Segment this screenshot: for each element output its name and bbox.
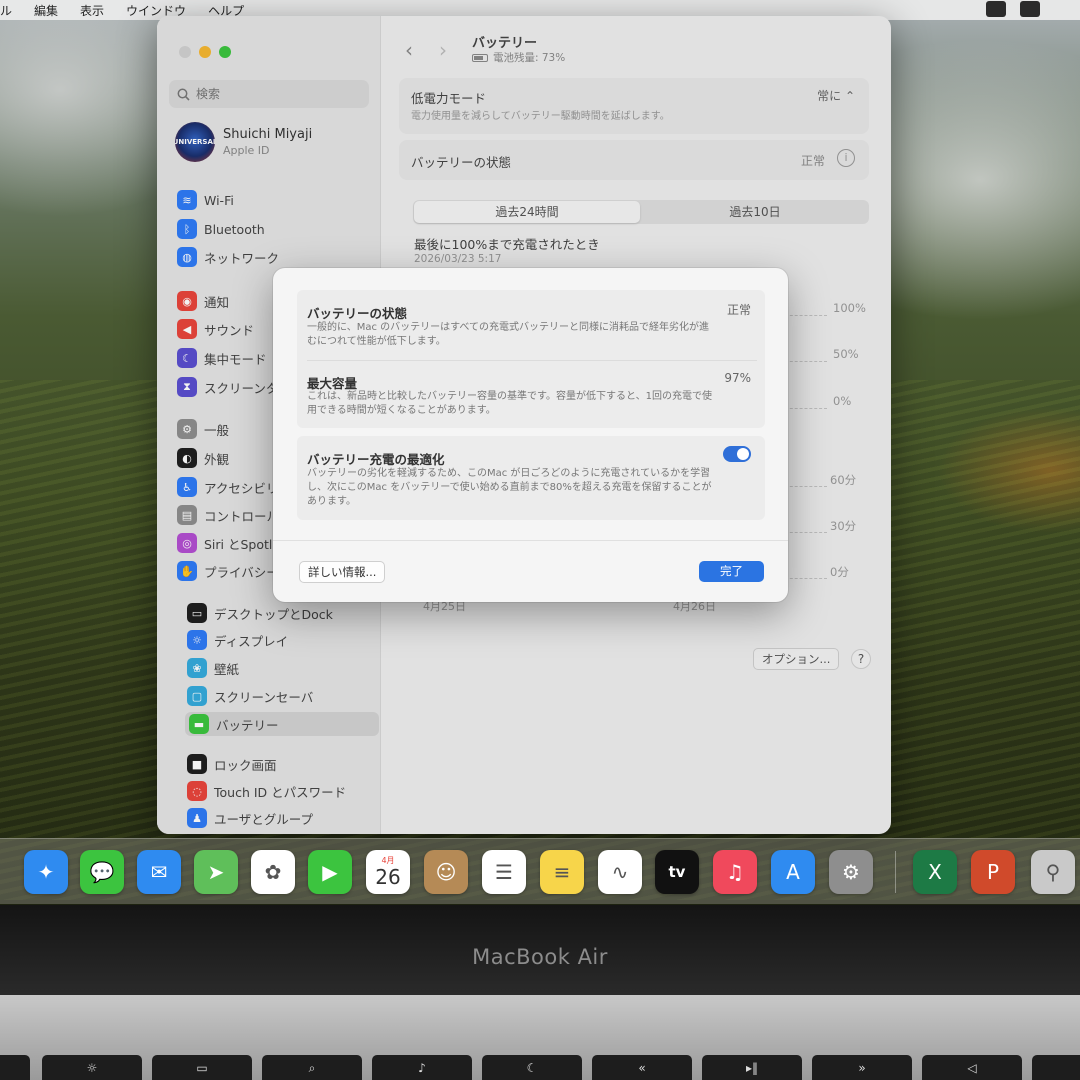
photos-icon[interactable]: ✿ [251,850,295,894]
optimized-charging-toggle[interactable] [723,446,751,462]
max-capacity-description: これは、新品時と比較したバッテリー容量の基準です。容量が低下すると、1回の充電で… [307,391,712,416]
calendar-icon[interactable]: 4月 26 [366,850,410,894]
facetime-icon[interactable]: ▶ [308,850,352,894]
menu-item-view[interactable]: 表示 [80,2,104,19]
appstore-icon[interactable]: A [771,850,815,894]
battery-health-dialog: バッテリーの状態 正常 一般的に、Mac のバッテリーはすべての充電式バッテリー… [273,268,788,602]
archive-utility-icon[interactable]: ⚲ [1031,850,1075,894]
done-button[interactable]: 完了 [699,561,764,582]
optimized-charging-description: バッテリーの劣化を軽減するため、このMac が日ごろどのように充電されているかを… [307,468,712,507]
safari-icon[interactable]: ✦ [24,850,68,894]
menu-item-app[interactable]: ル [0,2,12,19]
keyboard-key [0,1055,30,1080]
keyboard-key [1032,1055,1080,1080]
music-icon[interactable]: ♫ [713,850,757,894]
dock: ✦ 💬 ✉ ➤ ✿ ▶ 4月 26 ☺ ☰ ≡ ∿ tv ♫ A ⚙ X P ⚲ [0,838,1080,904]
reminders-icon[interactable]: ☰ [482,850,526,894]
dialog-footer-divider [273,540,788,541]
powerpoint-icon[interactable]: P [971,850,1015,894]
rewind-key-icon: « [592,1055,692,1080]
dock-divider [895,851,896,893]
battery-state-value: 正常 [726,303,751,317]
battery-state-description: 一般的に、Mac のバッテリーはすべての充電式バッテリーと同様に消耗品で経年劣化… [307,322,710,347]
contacts-icon[interactable]: ☺ [424,850,468,894]
appletv-icon[interactable]: tv [655,850,699,894]
dictation-key-icon: ♪ [372,1055,472,1080]
menubar-status-area [986,1,1040,17]
battery-menu-icon[interactable] [1020,1,1040,17]
appletv-label: tv [668,863,686,881]
status-menu-icon[interactable] [986,1,1006,17]
max-capacity-value: 97% [724,371,751,385]
optimized-charging-card: バッテリー充電の最適化 バッテリーの劣化を軽減するため、このMac が日ごろどの… [297,436,765,520]
battery-health-card: バッテリーの状態 正常 一般的に、Mac のバッテリーはすべての充電式バッテリー… [297,290,765,428]
maps-icon[interactable]: ➤ [194,850,238,894]
optimized-charging-title: バッテリー充電の最適化 [307,452,445,467]
mail-icon[interactable]: ✉ [137,850,181,894]
menu-item-edit[interactable]: 編集 [34,2,58,19]
battery-state-title: バッテリーの状態 [307,306,408,321]
fast-forward-key-icon: » [812,1055,912,1080]
freeform-icon[interactable]: ∿ [598,850,642,894]
device-label: MacBook Air [472,945,608,969]
messages-icon[interactable]: 💬 [80,850,124,894]
spotlight-key-icon: ⌕ [262,1055,362,1080]
more-info-button[interactable]: 詳しい情報... [299,561,386,583]
mission-control-key-icon: ▭ [152,1055,252,1080]
focus-key-icon: ☾ [482,1055,582,1080]
calendar-day: 26 [375,865,401,889]
brightness-key-icon: ☼ [42,1055,142,1080]
system-settings-icon[interactable]: ⚙ [829,850,873,894]
card-divider [307,360,757,361]
notes-icon[interactable]: ≡ [540,850,584,894]
toggle-knob [737,448,749,460]
excel-icon[interactable]: X [913,850,957,894]
mute-key-icon: ◁ [922,1055,1022,1080]
play-pause-key-icon: ▸‖ [702,1055,802,1080]
